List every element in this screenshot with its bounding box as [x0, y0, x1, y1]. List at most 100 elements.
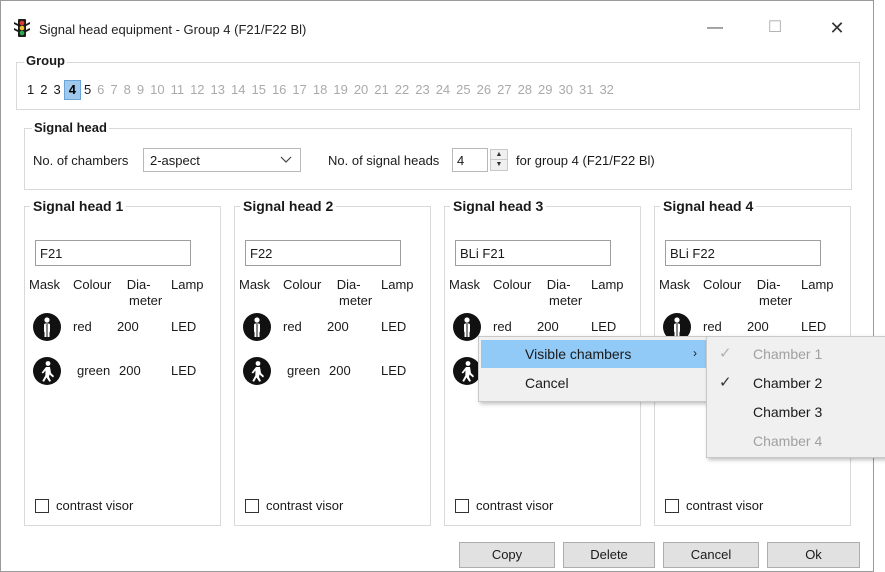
group-number-16[interactable]: 16 — [269, 81, 289, 99]
chambers-select[interactable]: 2-aspect — [143, 148, 301, 172]
signal-head-name-input[interactable]: F21 — [35, 240, 191, 266]
colour-value[interactable]: red — [283, 319, 302, 334]
diameter-value[interactable]: 200 — [537, 319, 559, 334]
mask-header: Mask — [449, 277, 481, 292]
group-number-22[interactable]: 22 — [392, 81, 412, 99]
stepper-down-icon[interactable]: ▼ — [491, 160, 507, 170]
signal-head-name-value: BLi F22 — [670, 246, 715, 261]
contrast-visor-checkbox[interactable] — [665, 499, 679, 513]
group-number-25[interactable]: 25 — [453, 81, 473, 99]
chambers-label: No. of chambers — [33, 153, 129, 168]
ok-button[interactable]: Ok — [767, 542, 860, 568]
diameter-header-line1: Dia- — [336, 277, 361, 292]
pedestrian-walking-icon[interactable] — [243, 357, 271, 385]
menu-item-cancel[interactable]: Cancel — [481, 369, 707, 397]
title-bar: Signal head equipment - Group 4 (F21/F22… — [1, 1, 873, 41]
signal-head-name-input[interactable]: BLi F21 — [455, 240, 611, 266]
group-number-26[interactable]: 26 — [474, 81, 494, 99]
menu-item-label: Visible chambers — [525, 346, 632, 362]
lamp-header: Lamp — [171, 277, 204, 292]
lamp-value[interactable]: LED — [591, 319, 616, 334]
signal-head-name-input[interactable]: F22 — [245, 240, 401, 266]
diameter-value[interactable]: 200 — [119, 363, 141, 378]
group-number-28[interactable]: 28 — [515, 81, 535, 99]
colour-value[interactable]: red — [493, 319, 512, 334]
maximize-button[interactable]: ☐ — [755, 15, 795, 41]
lamp-value[interactable]: LED — [381, 363, 406, 378]
lamp-value[interactable]: LED — [171, 363, 196, 378]
group-number-15[interactable]: 15 — [248, 81, 268, 99]
group-number-2[interactable]: 2 — [37, 81, 50, 99]
stepper-up-icon[interactable]: ▲ — [491, 150, 507, 160]
group-number-31[interactable]: 31 — [576, 81, 596, 99]
pedestrian-standing-icon[interactable] — [33, 313, 61, 341]
group-number-10[interactable]: 10 — [147, 81, 167, 99]
group-number-18[interactable]: 18 — [310, 81, 330, 99]
group-number-5[interactable]: 5 — [81, 81, 94, 99]
group-number-23[interactable]: 23 — [412, 81, 432, 99]
group-number-6[interactable]: 6 — [94, 81, 107, 99]
checkmark-icon: ✓ — [719, 345, 732, 362]
group-number-27[interactable]: 27 — [494, 81, 514, 99]
group-number-29[interactable]: 29 — [535, 81, 555, 99]
group-number-8[interactable]: 8 — [121, 81, 134, 99]
delete-button[interactable]: Delete — [563, 542, 655, 568]
cancel-button[interactable]: Cancel — [663, 542, 759, 568]
heads-stepper[interactable]: 4 ▲ ▼ — [452, 148, 512, 172]
group-number-11[interactable]: 11 — [168, 81, 188, 99]
group-number-20[interactable]: 20 — [351, 81, 371, 99]
colour-header: Colour — [703, 277, 742, 292]
colour-value[interactable]: green — [287, 363, 320, 378]
diameter-value[interactable]: 200 — [329, 363, 351, 378]
colour-value[interactable]: red — [703, 319, 722, 334]
copy-button[interactable]: Copy — [459, 542, 555, 568]
lamp-value[interactable]: LED — [381, 319, 406, 334]
menu-item-visible-chambers[interactable]: Visible chambers › — [481, 340, 707, 368]
group-number-4[interactable]: 4 — [63, 80, 81, 100]
submenu-item-chamber-3[interactable]: Chamber 3 — [709, 398, 885, 426]
group-number-13[interactable]: 13 — [208, 81, 228, 99]
group-number-19[interactable]: 19 — [330, 81, 350, 99]
diameter-header-line2: meter — [549, 293, 583, 308]
colour-header: Colour — [73, 277, 112, 292]
menu-item-label: Cancel — [525, 375, 569, 391]
pedestrian-standing-icon[interactable] — [453, 313, 481, 341]
close-button[interactable]: ✕ — [817, 15, 857, 41]
diameter-value[interactable]: 200 — [747, 319, 769, 334]
pedestrian-walking-icon[interactable] — [33, 357, 61, 385]
contrast-visor-label: contrast visor — [476, 498, 554, 513]
group-number-21[interactable]: 21 — [371, 81, 391, 99]
signal-head-name-value: F22 — [250, 246, 273, 261]
diameter-value[interactable]: 200 — [117, 319, 139, 334]
heads-input[interactable]: 4 — [452, 148, 488, 172]
colour-value[interactable]: red — [73, 319, 92, 334]
contrast-visor-checkbox[interactable] — [35, 499, 49, 513]
contrast-visor-checkbox[interactable] — [455, 499, 469, 513]
lamp-value[interactable]: LED — [171, 319, 196, 334]
minimize-button[interactable]: — — [695, 15, 735, 41]
diameter-value[interactable]: 200 — [327, 319, 349, 334]
panel-title: Signal head 1 — [30, 198, 127, 214]
pedestrian-walking-icon[interactable] — [453, 357, 481, 385]
group-number-12[interactable]: 12 — [187, 81, 207, 99]
group-number-30[interactable]: 30 — [556, 81, 576, 99]
submenu-item-chamber-2[interactable]: ✓ Chamber 2 — [709, 369, 885, 397]
group-number-32[interactable]: 32 — [596, 81, 616, 99]
pedestrian-standing-icon[interactable] — [243, 313, 271, 341]
contrast-visor-checkbox[interactable] — [245, 499, 259, 513]
signal-head-panel-1: Signal head 1 F21 Mask Colour Dia-meter Lamp r… — [24, 198, 221, 526]
colour-value[interactable]: green — [77, 363, 110, 378]
group-number-3[interactable]: 3 — [50, 81, 63, 99]
group-number-14[interactable]: 14 — [228, 81, 248, 99]
diameter-header-line1: Dia- — [126, 277, 151, 292]
group-number-9[interactable]: 9 — [134, 81, 147, 99]
signal-head-name-input[interactable]: BLi F22 — [665, 240, 821, 266]
group-number-7[interactable]: 7 — [107, 81, 120, 99]
diameter-header: Dia-meter — [745, 277, 793, 309]
group-title: Group — [24, 53, 67, 68]
stepper-arrows[interactable]: ▲ ▼ — [490, 149, 508, 171]
group-number-17[interactable]: 17 — [289, 81, 309, 99]
group-number-1[interactable]: 1 — [24, 81, 37, 99]
group-number-24[interactable]: 24 — [433, 81, 453, 99]
lamp-value[interactable]: LED — [801, 319, 826, 334]
